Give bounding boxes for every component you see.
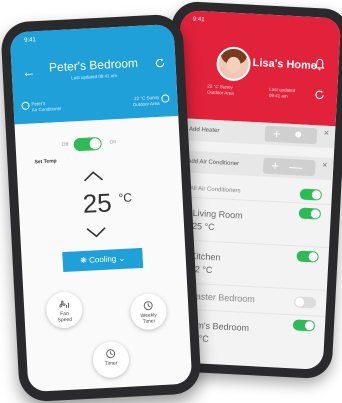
set-temp-label: Set Temp [34,158,57,166]
fan-speed-button[interactable]: Fan Speed [45,291,84,329]
device-icon [21,101,30,111]
chevron-down-icon: ⌄ [118,253,126,264]
refresh-icon[interactable] [314,89,326,101]
room-name: Living Room [192,207,243,221]
device-info: Peter's Air Conditioner [31,100,62,113]
plus-icon[interactable]: + [273,126,281,142]
close-icon[interactable]: × [322,158,328,172]
add-heater-buttons[interactable]: + ☻ [264,125,318,145]
room-temp: 25 °C [191,220,215,233]
clock-icon [106,349,116,359]
update-info: Last updated 09:41 am [268,86,296,99]
power-on-label: On [109,139,117,146]
room-toggle[interactable] [298,207,322,220]
room-header: 9:41 ← Peter's Bedroom Last updated 09:4… [9,23,179,125]
home-title: Lisa's Home [252,56,318,73]
temperature-unit: °C [118,190,133,206]
bell-icon[interactable] [312,57,327,72]
minus-icon[interactable]: — [289,159,303,176]
room-toggle[interactable] [296,250,319,263]
fan-icon [59,300,70,308]
weekly-timer-icon [143,301,153,311]
room-name: Master Bedroom [188,290,256,305]
weather-info: 22 °C Sunny Outdoor Area [132,94,160,108]
status-time: 9:41 [23,37,36,44]
timer-button[interactable]: Timer [92,340,130,379]
weekly-timer-label: Weekly Timer [140,312,158,325]
room-toggle[interactable] [293,296,317,309]
fan-speed-label: Fan Speed [57,310,73,324]
avatar[interactable] [215,45,252,82]
mode-label: Cooling [88,254,117,265]
home-header: 9:41 Lisa's Home 22 °C Sunny Outdoor Are… [175,10,342,127]
close-icon[interactable]: × [323,126,330,140]
status-time: 9:41 [192,16,205,24]
chevron-down-icon[interactable] [84,226,109,239]
room-screen: 9:41 ← Peter's Bedroom Last updated 09:4… [9,23,193,393]
sun-icon [161,94,170,103]
mode-select[interactable]: ❋ Cooling ⌄ [62,247,144,273]
weekly-timer-button[interactable]: Weekly Timer [129,292,168,331]
gear-icon: ❋ [79,255,88,266]
add-ac-buttons[interactable]: + — [262,157,316,177]
refresh-icon[interactable] [154,57,166,69]
temperature-value: 25 [81,187,113,219]
add-ac-bar[interactable]: Add Air Conditioner + — × [172,149,334,181]
plus-icon[interactable]: + [271,158,279,174]
chevron-up-icon[interactable] [81,170,106,183]
room-toggle[interactable] [292,319,316,332]
phone-room-control: 9:41 ← Peter's Bedroom Last updated 09:4… [0,13,202,403]
user-icon[interactable]: ☻ [293,127,304,144]
power-off-label: Off [61,141,69,148]
all-ac-toggle[interactable] [299,188,323,201]
weather-info: 22 °C Sunny Outdoor Area [206,83,234,96]
timer-label: Timer [104,360,118,368]
power-toggle[interactable] [73,136,102,152]
